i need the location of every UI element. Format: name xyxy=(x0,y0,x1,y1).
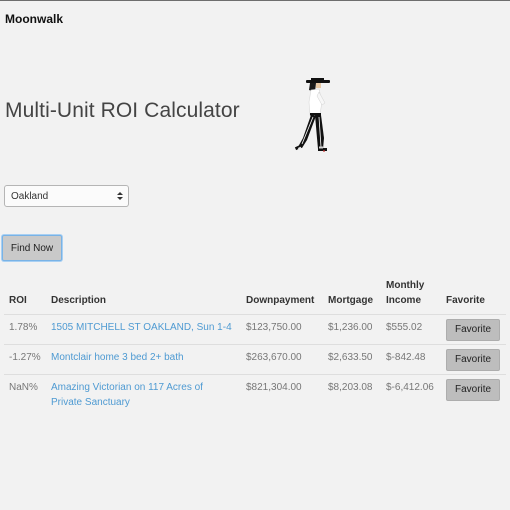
select-arrows-icon xyxy=(117,192,123,200)
favorite-button[interactable]: Favorite xyxy=(446,349,501,371)
header-roi: ROI xyxy=(4,276,46,315)
city-select[interactable]: Oakland xyxy=(4,185,129,207)
description-cell: Montclair home 3 bed 2+ bath xyxy=(46,344,241,375)
page-title: Multi-Unit ROI Calculator xyxy=(5,99,240,122)
header-description: Description xyxy=(46,276,241,315)
favorite-cell: Favorite xyxy=(441,344,506,375)
listing-link[interactable]: Montclair home 3 bed 2+ bath xyxy=(51,352,184,363)
moonwalker-mascot-icon xyxy=(294,78,330,152)
listing-link[interactable]: Amazing Victorian on 117 Acres of Privat… xyxy=(51,382,203,408)
downpayment-cell: $263,670.00 xyxy=(241,344,323,375)
favorite-cell: Favorite xyxy=(441,314,506,345)
table-row: -1.27% Montclair home 3 bed 2+ bath $263… xyxy=(4,344,506,375)
table-header-row: ROI Description Downpayment Mortgage Mon… xyxy=(4,276,506,315)
description-cell: Amazing Victorian on 117 Acres of Privat… xyxy=(46,374,241,414)
downpayment-cell: $821,304.00 xyxy=(241,374,323,414)
monthly-income-cell: $-842.48 xyxy=(381,344,441,375)
mortgage-cell: $1,236.00 xyxy=(323,314,381,345)
description-cell: 1505 MITCHELL ST OAKLAND, Sun 1-4 xyxy=(46,314,241,345)
roi-cell: NaN% xyxy=(4,374,46,414)
top-divider xyxy=(0,0,510,1)
header-favorite: Favorite xyxy=(441,276,506,315)
listing-link[interactable]: 1505 MITCHELL ST OAKLAND, Sun 1-4 xyxy=(51,322,232,333)
roi-cell: -1.27% xyxy=(4,344,46,375)
find-now-button[interactable]: Find Now xyxy=(2,235,62,261)
table-row: NaN% Amazing Victorian on 117 Acres of P… xyxy=(4,374,506,414)
monthly-income-cell: $-6,412.06 xyxy=(381,374,441,414)
results-table: ROI Description Downpayment Mortgage Mon… xyxy=(4,276,506,414)
mortgage-cell: $2,633.50 xyxy=(323,344,381,375)
monthly-income-cell: $555.02 xyxy=(381,314,441,345)
city-select-value: Oakland xyxy=(11,190,49,202)
header-monthly-income: Monthly Income xyxy=(381,276,441,315)
roi-cell: 1.78% xyxy=(4,314,46,345)
favorite-button[interactable]: Favorite xyxy=(446,379,501,401)
downpayment-cell: $123,750.00 xyxy=(241,314,323,345)
favorite-cell: Favorite xyxy=(441,374,506,414)
mortgage-cell: $8,203.08 xyxy=(323,374,381,414)
table-row: 1.78% 1505 MITCHELL ST OAKLAND, Sun 1-4 … xyxy=(4,314,506,345)
brand-name[interactable]: Moonwalk xyxy=(5,12,63,26)
header-downpayment: Downpayment xyxy=(241,276,323,315)
header-mortgage: Mortgage xyxy=(323,276,381,315)
favorite-button[interactable]: Favorite xyxy=(446,319,501,341)
